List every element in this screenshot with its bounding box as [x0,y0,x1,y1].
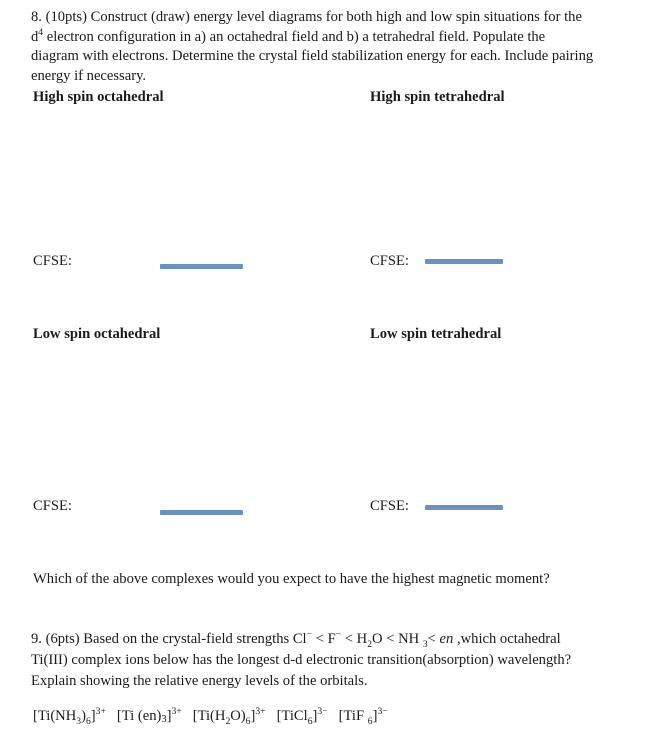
heading-low-spin-octahedral: Low spin octahedral [33,326,161,342]
heading-high-spin-octahedral: High spin octahedral [33,89,164,105]
cfse-label-low-spin-octahedral: CFSE: [33,498,72,514]
diagram-workspace-high-spin-tetrahedral[interactable] [370,110,650,250]
q9-seg-1: 9. (6pts) Based on the crystal-field str… [31,631,307,647]
cfse-label-high-spin-octahedral: CFSE: [33,253,72,269]
diagram-workspace-low-spin-octahedral[interactable] [33,347,353,487]
complex-ion-ti-nh3-6: [Ti(NH3)6]3+ [33,706,106,727]
cfse-answer-blank-low-spin-tetrahedral[interactable] [425,505,503,510]
complex-ion-ti-h2o-6: [Ti(H2O)6]3+ [192,706,266,727]
diagram-workspace-high-spin-octahedral[interactable] [33,110,353,250]
q8-line-1: 8. (10pts) Construct (draw) energy level… [31,9,582,25]
ethylenediamine-abbreviation: en [439,631,454,647]
complex-ion-ti-en-3: [Ti (en)3]3+ [116,706,182,725]
question-9-prompt: 9. (6pts) Based on the crystal-field str… [31,629,646,692]
complex-ion-ticl6: [TiCl6]3− [276,706,328,727]
q9-seg-4: O < NH [372,631,423,647]
heading-high-spin-tetrahedral: High spin tetrahedral [370,89,505,105]
q8-line-4: energy if necessary. [31,67,147,84]
q8-line-3: diagram with electrons. Determine the cr… [31,48,594,65]
q9-line-1: 9. (6pts) Based on the crystal-field str… [31,629,646,650]
cfse-answer-blank-low-spin-octahedral[interactable] [160,510,243,515]
q9-seg-3: < H [341,631,368,647]
q9-seg-5: < [427,631,440,647]
q8-line-2: d4 electron configuration in a) an octah… [31,27,643,48]
question-8-prompt: 8. (10pts) Construct (draw) energy level… [31,8,643,86]
diagram-workspace-low-spin-tetrahedral[interactable] [370,347,650,487]
q9-line-2: Ti(III) complex ions below has the longe… [31,652,572,668]
cfse-label-high-spin-tetrahedral: CFSE: [370,253,409,269]
heading-low-spin-tetrahedral: Low spin tetrahedral [370,326,502,342]
q9-line-3: Explain showing the relative energy leve… [31,673,368,689]
q9-seg-6: ,which octahedral [453,631,561,647]
complex-ion-list: [Ti(NH3)6]3+ [Ti (en)3]3+ [Ti(H2O)6]3+ [TiC… [33,706,388,728]
complex-ion-tif6: [TiF 6]3− [338,706,388,727]
worksheet-page: 8. (10pts) Construct (draw) energy level… [0,0,672,741]
cfse-label-low-spin-tetrahedral: CFSE: [370,498,409,514]
magnetic-moment-question: Which of the above complexes would you e… [33,571,550,587]
cfse-answer-blank-high-spin-octahedral[interactable] [160,264,243,269]
cfse-answer-blank-high-spin-tetrahedral[interactable] [425,259,503,264]
q8-line-2-rest: electron configuration in a) an octahedr… [43,28,546,45]
q9-seg-2: < F [312,631,336,647]
